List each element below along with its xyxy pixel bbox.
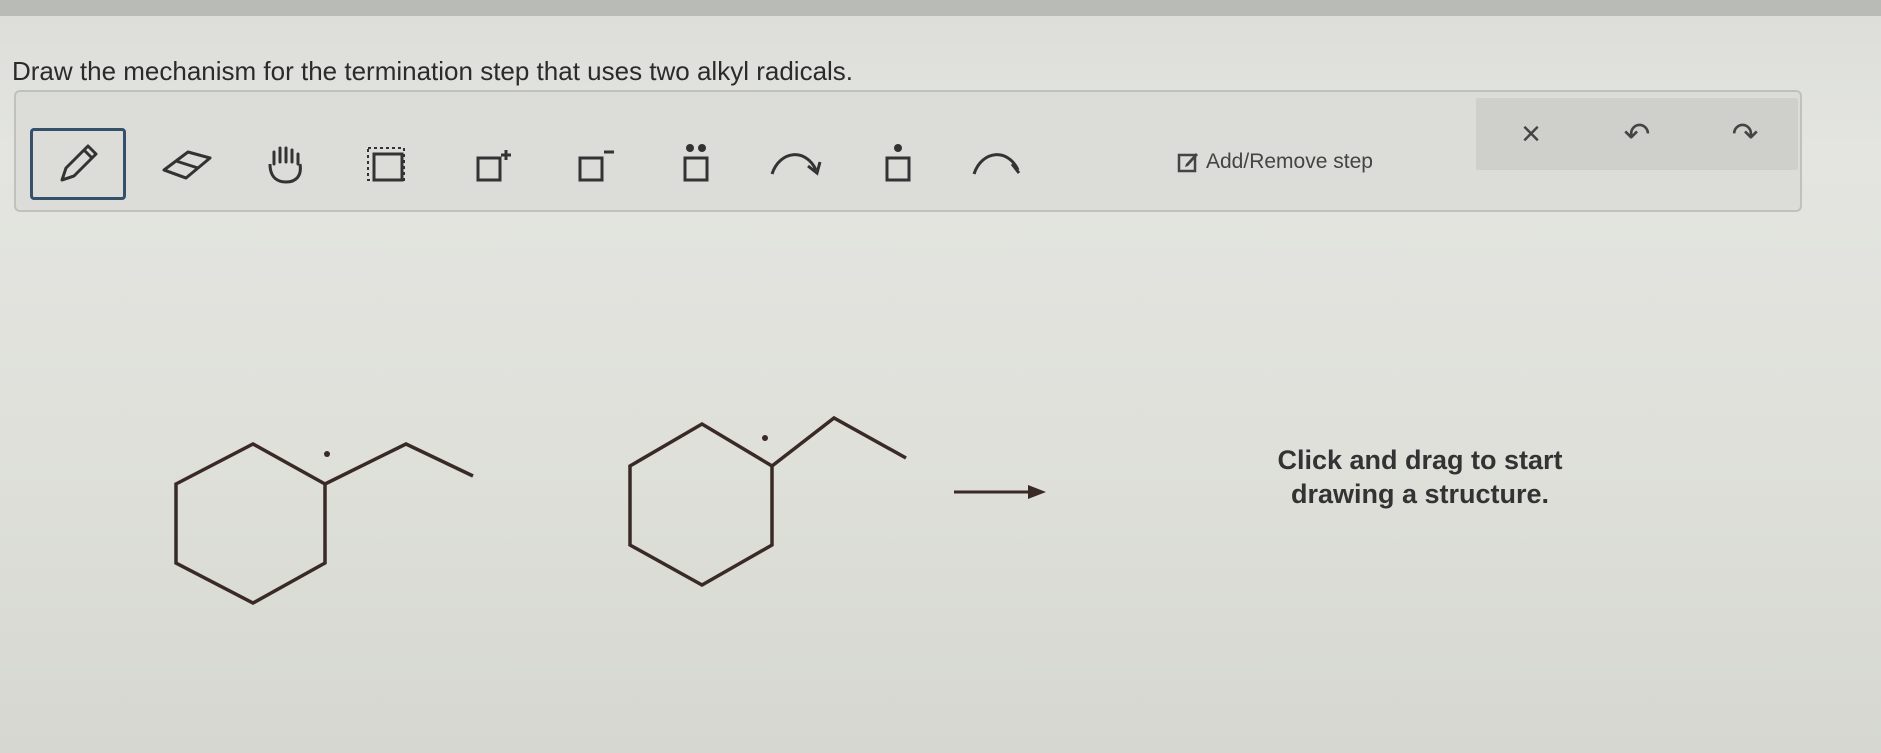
hand-icon [268, 146, 302, 184]
radical-dot [324, 451, 330, 457]
curved-arrow-button[interactable] [748, 128, 844, 200]
question-text: Draw the mechanism for the termination s… [12, 56, 854, 86]
edit-icon [1177, 153, 1198, 173]
single-electron-arrow-icon [972, 153, 1021, 175]
lone-pair-icon [683, 144, 709, 182]
select-tool-button[interactable] [338, 128, 434, 200]
positive-charge-icon [476, 150, 511, 182]
redo-button[interactable]: ↷ [1710, 106, 1780, 162]
lone-pair-button[interactable] [648, 128, 744, 200]
hand-tool-button[interactable] [238, 128, 334, 200]
redo-icon: ↷ [1731, 116, 1759, 152]
top-strip [0, 0, 1881, 16]
negative-charge-button[interactable] [548, 128, 644, 200]
pencil-tool-button[interactable] [30, 128, 126, 200]
canvas-hint: Click and drag to start drawing a struct… [1240, 443, 1600, 511]
action-group: × ↶ ↷ [1476, 98, 1798, 170]
radical-dot [762, 435, 768, 441]
add-remove-step-button[interactable]: Add/Remove step [1176, 136, 1373, 188]
select-box-icon [367, 147, 405, 182]
canvas-hint-line1: Click and drag to start [1277, 445, 1563, 475]
pencil-icon [60, 144, 98, 182]
clear-icon: × [1521, 114, 1541, 153]
undo-button[interactable]: ↶ [1602, 106, 1672, 162]
add-remove-step-label: Add/Remove step [1206, 150, 1373, 173]
negative-charge-icon [578, 150, 614, 182]
radical-electron-button[interactable] [850, 128, 946, 200]
eraser-icon [162, 150, 212, 180]
single-electron-arrow-button[interactable] [950, 128, 1046, 200]
eraser-tool-button[interactable] [138, 128, 234, 200]
positive-charge-button[interactable] [446, 128, 542, 200]
curved-arrow-icon [770, 153, 822, 176]
canvas-hint-line2: drawing a structure. [1290, 479, 1550, 509]
undo-icon: ↶ [1623, 116, 1651, 152]
clear-button[interactable]: × [1496, 106, 1566, 162]
radical-electron-icon [885, 144, 911, 182]
drawing-toolbar: Add/Remove step × ↶ ↷ [14, 90, 1802, 212]
reaction-arrow [954, 485, 1046, 499]
